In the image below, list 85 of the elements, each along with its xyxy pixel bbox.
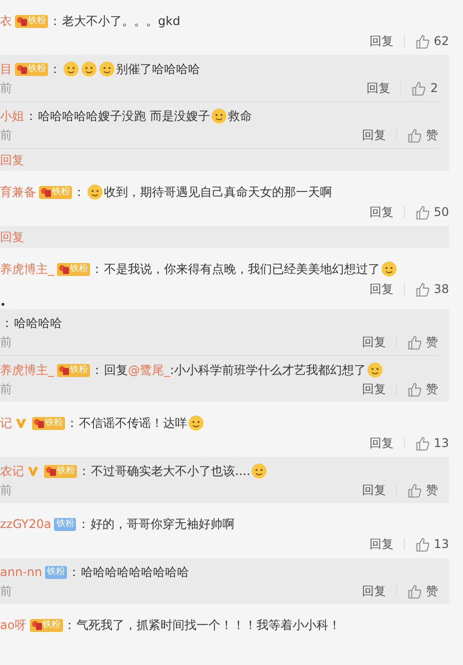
- bullet-text: •: [0, 300, 6, 311]
- thumbs-up-icon: [414, 436, 430, 450]
- reply-button[interactable]: 回复: [366, 80, 390, 96]
- reply-button[interactable]: 回复: [370, 204, 394, 220]
- reply-button[interactable]: 回复: [362, 482, 386, 498]
- time-text: 前: [0, 80, 12, 96]
- comment-text: 哈哈哈哈哈哈哈哈哈: [81, 564, 190, 581]
- comment-text: 好的，哥哥你穿无袖好帅啊: [90, 516, 234, 533]
- colon-text: ：: [91, 261, 103, 278]
- thumbs-up-icon: [407, 584, 422, 598]
- colon-text: ：: [91, 362, 103, 379]
- comment-text: 收到，期待哥遇见自己真命天女的那一天啊: [104, 184, 332, 201]
- comment-text: 别催了哈哈哈哈: [116, 61, 200, 78]
- emoji-icon: [381, 261, 397, 277]
- time-text: 前: [0, 380, 12, 398]
- comment-text: 哈哈哈哈: [14, 315, 62, 332]
- fan-badge: 铁粉: [15, 62, 48, 76]
- thumbs-up-icon: [414, 34, 430, 48]
- comment-text: :小小科学前班学什么才艺我都幻想了: [170, 362, 366, 379]
- fan-badge: 铁粉: [54, 518, 76, 530]
- fan-badge: 铁粉: [44, 464, 77, 478]
- like-button[interactable]: 62: [414, 34, 449, 48]
- colon-text: ：: [1, 315, 13, 332]
- like-button[interactable]: 50: [414, 204, 449, 220]
- reply-button[interactable]: 回复: [362, 582, 386, 600]
- like-button[interactable]: 赞: [407, 126, 438, 144]
- reply-button[interactable]: 回复: [370, 32, 394, 50]
- like-button[interactable]: 13: [414, 536, 449, 552]
- thumbs-up-icon: [411, 80, 426, 96]
- reply-button[interactable]: 回复: [362, 126, 386, 144]
- time-text: 前: [0, 126, 12, 144]
- thumbs-up-icon: [414, 282, 430, 296]
- thumbs-up-icon: [407, 128, 422, 142]
- colon-text: ：: [49, 61, 61, 78]
- colon-text: ：: [25, 108, 37, 125]
- thumbs-up-icon: [407, 382, 422, 396]
- reply-button[interactable]: 回复: [370, 536, 394, 552]
- fan-badge: 铁粉: [30, 618, 63, 632]
- reply-button[interactable]: 回复: [370, 434, 394, 452]
- colon-text: ：: [49, 13, 61, 30]
- like-button[interactable]: 2: [411, 80, 438, 96]
- like-button[interactable]: 赞: [407, 334, 438, 350]
- emoji-icon: [367, 362, 384, 378]
- emoji-icon: [99, 61, 115, 77]
- thumbs-up-icon: [414, 204, 430, 220]
- fan-badge: 铁粉: [45, 566, 68, 578]
- colon-text: ：: [77, 516, 90, 533]
- emoji-icon: [87, 184, 103, 200]
- time-text: 前: [0, 334, 12, 350]
- like-button[interactable]: 赞: [407, 482, 438, 498]
- comment-text: 不信谣不传谣！达咩: [79, 415, 187, 432]
- colon-text: ：: [68, 564, 80, 581]
- thumbs-up-icon: [414, 536, 430, 552]
- comment-text: 气死我了，抓紧时间找一个！！！我等着小小科！: [76, 617, 341, 634]
- colon-text: ：: [64, 617, 76, 634]
- comment-text: 救命: [228, 108, 252, 125]
- time-text: 前: [0, 582, 12, 600]
- emoji-icon: [210, 108, 227, 124]
- like-button[interactable]: 赞: [407, 582, 438, 600]
- comment-text: 不过哥确实老大不小了也该....: [91, 463, 250, 480]
- thumbs-up-icon: [407, 482, 422, 498]
- emoji-icon: [81, 61, 97, 77]
- colon-text: ：: [66, 415, 78, 432]
- fan-badge: 铁粉: [57, 364, 90, 376]
- emoji-icon: [188, 415, 204, 431]
- comment-text: 哈哈哈哈哈嫂子没跑 而是没嫂子: [38, 108, 210, 125]
- fan-badge: 铁粉: [32, 416, 65, 430]
- thumbs-up-icon: [407, 334, 422, 350]
- fan-badge: 铁粉: [15, 14, 48, 28]
- time-text: 前: [0, 482, 12, 498]
- reply-button[interactable]: 回复: [370, 280, 394, 298]
- emoji-icon: [251, 463, 268, 479]
- reply-button[interactable]: 回复: [362, 380, 386, 398]
- fan-badge: 铁粉: [57, 262, 90, 276]
- colon-text: ：: [78, 463, 90, 480]
- fan-badge: 铁粉: [39, 186, 72, 198]
- like-button[interactable]: 38: [414, 282, 449, 296]
- reply-button[interactable]: 回复: [362, 334, 386, 350]
- comment-text: 老大不小了。。。gkd: [62, 13, 180, 30]
- comment-text: 不是我说，你来得有点晚，我们已经美美地幻想过了: [104, 261, 380, 278]
- comment-text: 回复: [104, 362, 128, 379]
- colon-text: ：: [73, 184, 85, 201]
- emoji-icon: [63, 61, 79, 77]
- like-button[interactable]: 13: [414, 436, 449, 450]
- like-button[interactable]: 赞: [407, 380, 438, 398]
